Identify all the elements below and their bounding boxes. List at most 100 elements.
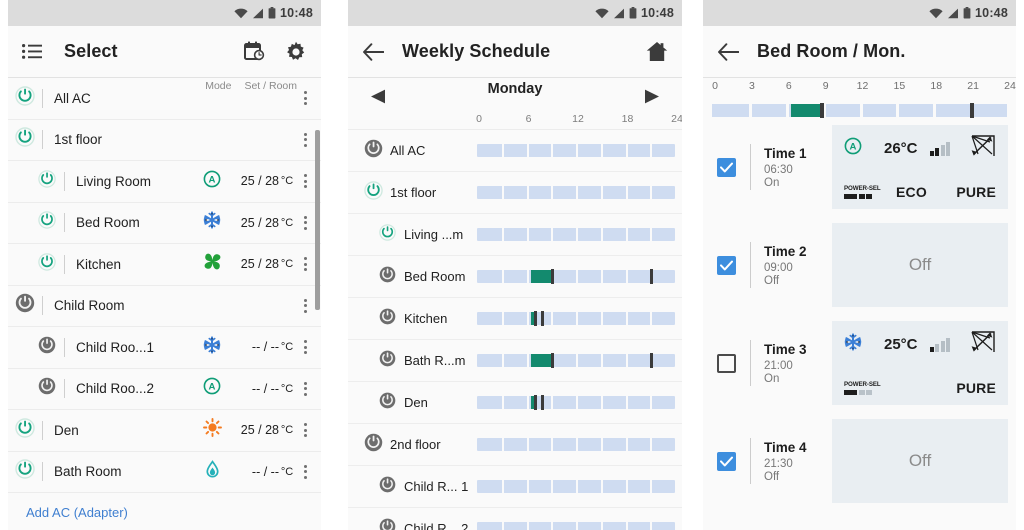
back-arrow-icon[interactable]	[717, 42, 739, 61]
timeline-track[interactable]	[477, 143, 675, 157]
row-timeline[interactable]	[477, 394, 675, 410]
schedule-row[interactable]: Bed Room	[348, 256, 682, 298]
power-icon-on[interactable]	[15, 418, 35, 443]
schedule-event-mark[interactable]	[650, 268, 654, 284]
row-power-toggle[interactable]	[8, 459, 42, 484]
schedule-row[interactable]: All AC	[348, 130, 682, 172]
list-menu-icon[interactable]	[22, 44, 42, 59]
timeline-track[interactable]	[477, 479, 675, 493]
power-icon-on[interactable]	[38, 211, 56, 234]
home-icon[interactable]	[646, 41, 668, 62]
time-entry-checkbox[interactable]	[717, 451, 736, 471]
row-power-toggle[interactable]	[370, 308, 404, 330]
row-power-toggle[interactable]	[30, 336, 64, 359]
time-entry-checkbox[interactable]	[717, 353, 736, 373]
entry-settings-box[interactable]: 25°C POWER-SEL PURE	[832, 321, 1009, 405]
row-menu-icon[interactable]	[295, 381, 315, 396]
time-entry-card[interactable]: Time 4 21:30 Off Off	[703, 412, 1016, 510]
row-power-toggle[interactable]	[30, 170, 64, 193]
row-power-toggle[interactable]	[30, 211, 64, 234]
row-timeline[interactable]	[477, 521, 675, 530]
row-power-toggle[interactable]	[370, 476, 404, 498]
row-power-toggle[interactable]	[30, 253, 64, 276]
row-power-toggle[interactable]	[356, 139, 390, 163]
schedule-event-mark[interactable]	[540, 310, 544, 326]
row-timeline[interactable]	[477, 143, 675, 158]
power-icon-on[interactable]	[15, 86, 35, 111]
device-row[interactable]: Child Roo...1 -- / -- °C	[8, 327, 321, 369]
timeline-event-mark[interactable]	[970, 103, 975, 118]
row-menu-icon[interactable]	[295, 257, 315, 272]
power-icon-on[interactable]	[378, 223, 396, 246]
row-timeline[interactable]	[477, 185, 675, 200]
time-entry-card[interactable]: Time 1 06:30 On A 26°C POWER-SEL ECO PURE	[703, 118, 1016, 216]
power-icon-on[interactable]	[38, 170, 56, 193]
timeline-track[interactable]	[712, 103, 1007, 118]
schedule-event-mark[interactable]	[650, 352, 654, 368]
row-power-toggle[interactable]	[370, 518, 404, 530]
timeline-track[interactable]	[477, 437, 675, 451]
schedule-row[interactable]: Kitchen	[348, 298, 682, 340]
device-row[interactable]: Child Roo...2 A -- / -- °C	[8, 368, 321, 410]
row-timeline[interactable]	[477, 268, 675, 284]
row-menu-icon[interactable]	[295, 298, 315, 313]
timeline-track[interactable]	[477, 394, 675, 410]
calendar-clock-icon[interactable]	[244, 41, 265, 62]
next-arrow-icon[interactable]	[644, 89, 660, 109]
power-icon-on[interactable]	[15, 459, 35, 484]
row-timeline[interactable]	[477, 437, 675, 452]
entry-settings-box[interactable]: A 26°C POWER-SEL ECO PURE	[832, 125, 1009, 209]
timeline-track[interactable]	[477, 352, 675, 368]
time-entry-checkbox[interactable]	[717, 157, 736, 177]
row-menu-icon[interactable]	[295, 215, 315, 230]
row-power-toggle[interactable]	[30, 377, 64, 400]
schedule-block[interactable]	[530, 353, 552, 367]
gear-icon[interactable]	[285, 41, 307, 63]
device-row[interactable]: Living Room A 25 / 28 °C	[8, 161, 321, 203]
row-power-toggle[interactable]	[8, 86, 42, 111]
time-entry-checkbox[interactable]	[717, 255, 736, 275]
device-row[interactable]: Den 25 / 28 °C	[8, 410, 321, 452]
device-row[interactable]: Bath Room -- / -- °C	[8, 451, 321, 493]
row-timeline[interactable]	[477, 310, 675, 326]
power-icon-on[interactable]	[363, 180, 383, 205]
day-timeline[interactable]	[712, 102, 1007, 118]
power-icon-on[interactable]	[15, 127, 35, 152]
power-icon-on[interactable]	[38, 253, 56, 276]
schedule-row[interactable]: Bath R...m	[348, 340, 682, 382]
add-ac-adapter-link[interactable]: Add AC (Adapter)	[8, 493, 321, 520]
schedule-row[interactable]: 1st floor	[348, 172, 682, 214]
schedule-event-mark[interactable]	[540, 394, 544, 410]
row-menu-icon[interactable]	[295, 340, 315, 355]
timeline-track[interactable]	[477, 227, 675, 241]
row-power-toggle[interactable]	[356, 433, 390, 457]
row-power-toggle[interactable]	[356, 180, 390, 205]
list-scrollbar[interactable]	[315, 130, 320, 310]
schedule-block[interactable]	[530, 269, 552, 283]
row-power-toggle[interactable]	[8, 293, 42, 318]
row-power-toggle[interactable]	[370, 392, 404, 414]
row-menu-icon[interactable]	[295, 132, 315, 147]
row-menu-icon[interactable]	[295, 464, 315, 479]
power-icon-off[interactable]	[379, 392, 396, 414]
power-icon-off[interactable]	[379, 308, 396, 330]
time-entry-card[interactable]: Time 3 21:00 On 25°C POWER-SEL PURE	[703, 314, 1016, 412]
row-menu-icon[interactable]	[295, 174, 315, 189]
row-menu-icon[interactable]	[295, 91, 315, 106]
back-arrow-icon[interactable]	[362, 42, 384, 61]
timeline-block[interactable]	[790, 104, 821, 117]
timeline-track[interactable]	[477, 521, 675, 530]
row-timeline[interactable]	[477, 352, 675, 368]
schedule-row[interactable]: Child R... 2	[348, 508, 682, 530]
timeline-track[interactable]	[477, 268, 675, 284]
power-icon-off[interactable]	[364, 433, 383, 457]
schedule-row[interactable]: Child R... 1	[348, 466, 682, 508]
entry-settings-box[interactable]: Off	[832, 223, 1008, 307]
row-power-toggle[interactable]	[8, 127, 42, 152]
timeline-track[interactable]	[477, 185, 675, 199]
power-icon-off[interactable]	[38, 377, 56, 400]
row-power-toggle[interactable]	[370, 350, 404, 372]
row-power-toggle[interactable]	[370, 266, 404, 288]
power-icon-off[interactable]	[38, 336, 56, 359]
row-power-toggle[interactable]	[370, 223, 404, 246]
